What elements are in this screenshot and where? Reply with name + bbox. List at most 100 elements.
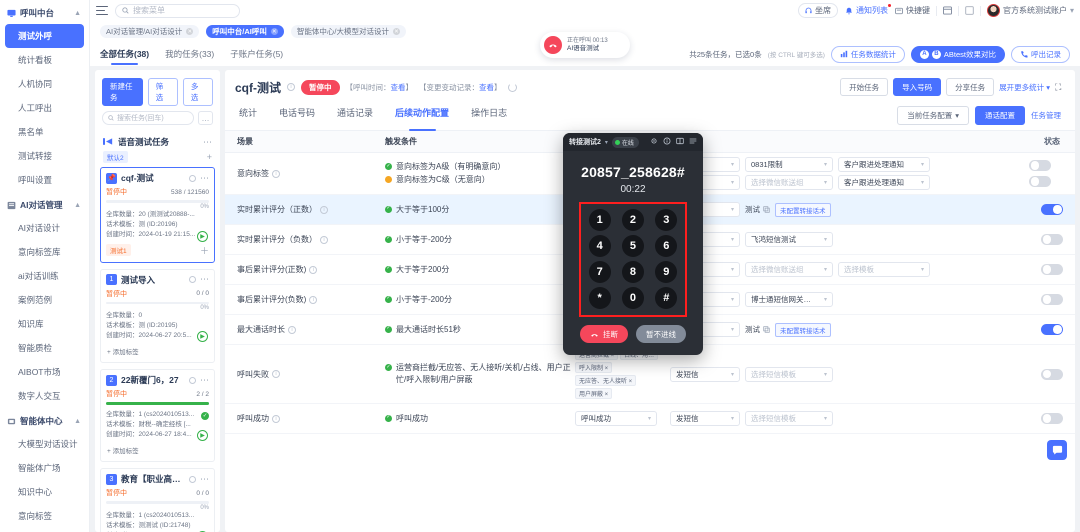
key-2[interactable]: 2 bbox=[622, 209, 644, 231]
sidebar-group-header[interactable]: AI对话管理 ▲ bbox=[0, 194, 89, 216]
sidebar-item-智能体广场[interactable]: 智能体广场 bbox=[0, 456, 89, 480]
key-0[interactable]: 0 bbox=[622, 287, 644, 309]
enable-toggle[interactable] bbox=[1029, 176, 1051, 187]
param-tag-list[interactable]: 运营商拦截 × 占线、用… 呼入限制 × 无应答、无人接听 × 用户屏蔽 × bbox=[575, 349, 667, 399]
select-circle-icon[interactable] bbox=[189, 377, 196, 384]
refresh-icon[interactable] bbox=[508, 83, 517, 92]
action-type-select[interactable]: 发短信▾ bbox=[670, 367, 740, 382]
task-card[interactable]: 3 教育【职业高中2】... ⋯ 暂停中 0 / 0 0% 全库数量：1 (cs… bbox=[100, 468, 215, 532]
menu-icon[interactable] bbox=[689, 137, 697, 147]
table-row[interactable]: 呼叫成功 i ✓呼叫成功 呼叫成功▾ 发短信▾ 选择短信模板▾ bbox=[225, 404, 1075, 434]
action-template-select[interactable]: 客户跟进处理通知▾ bbox=[838, 175, 930, 190]
info-icon[interactable]: i bbox=[320, 236, 328, 244]
sidebar-item-大模型对话设计[interactable]: 大模型对话设计 bbox=[0, 432, 89, 456]
action-type-select[interactable]: 发短信▾ bbox=[670, 411, 740, 426]
tab-chip-agent-center[interactable]: 智能体中心/大模型对话设计 ✕ bbox=[291, 25, 406, 38]
tab-操作日志[interactable]: 操作日志 bbox=[471, 106, 507, 130]
key-5[interactable]: 5 bbox=[622, 235, 644, 257]
sidebar-item-意向标签库[interactable]: 意向标签库 bbox=[0, 240, 89, 264]
key-3[interactable]: 3 bbox=[655, 209, 677, 231]
tab-后续动作配置[interactable]: 后续动作配置 bbox=[395, 106, 449, 130]
hold-button[interactable]: 暂不进线 bbox=[636, 325, 686, 343]
add-tag-icon[interactable]: ＋ bbox=[200, 244, 209, 257]
more-icon[interactable]: ⋯ bbox=[200, 173, 209, 184]
filter-button[interactable]: 筛 选 bbox=[148, 78, 178, 106]
enable-toggle[interactable] bbox=[1041, 294, 1063, 305]
task-management-button[interactable]: 任务管理 bbox=[1031, 110, 1061, 121]
sidebar-item-知识中心[interactable]: 知识中心 bbox=[0, 480, 89, 504]
sidebar-item-人工呼出[interactable]: 人工呼出 bbox=[0, 96, 89, 120]
change-log-link[interactable]: 【变更变动记录：查看】 bbox=[419, 82, 502, 93]
info-icon[interactable]: i bbox=[288, 326, 296, 334]
chevron-down-icon[interactable]: ▾ bbox=[605, 139, 608, 146]
close-icon[interactable]: ✕ bbox=[271, 28, 278, 35]
enable-toggle[interactable] bbox=[1041, 264, 1063, 275]
shortcut-button[interactable]: 快捷键 bbox=[895, 5, 930, 16]
key-6[interactable]: 6 bbox=[655, 235, 677, 257]
share-task-button[interactable]: 分享任务 bbox=[946, 78, 994, 96]
tab-通话记录[interactable]: 通话记录 bbox=[337, 106, 373, 130]
start-task-button[interactable]: 开始任务 bbox=[840, 78, 888, 96]
task-data-stats-button[interactable]: 任务数据统计 bbox=[831, 46, 905, 63]
info-icon[interactable]: i bbox=[309, 296, 317, 304]
add-tag-icon[interactable]: + bbox=[207, 152, 212, 162]
tab-电话号码[interactable]: 电话号码 bbox=[279, 106, 315, 130]
tab-chip-call-platform[interactable]: 呼叫中台/AI呼叫 ✕ bbox=[206, 25, 284, 38]
select-circle-icon[interactable] bbox=[189, 476, 196, 483]
new-task-button[interactable]: 新建任务 bbox=[102, 78, 143, 106]
pin-icon[interactable]: 📌 bbox=[106, 173, 117, 184]
notifications-button[interactable]: 通知列表 bbox=[845, 5, 888, 16]
tab-统计[interactable]: 统计 bbox=[239, 106, 257, 130]
action-target-select[interactable]: 选择微信账送组▾ bbox=[745, 262, 833, 277]
sidebar-group-header[interactable]: 智能体中心 ▲ bbox=[0, 410, 89, 432]
sidebar-group-header[interactable]: 呼叫中台 ▲ bbox=[0, 2, 89, 24]
gear-icon[interactable] bbox=[650, 137, 658, 147]
sidebar-item-黑名单[interactable]: 黑名单 bbox=[0, 120, 89, 144]
action-target-select[interactable]: 选择短信模板▾ bbox=[745, 367, 833, 382]
sidebar-item-ai对话设计[interactable]: AI对话设计 bbox=[0, 216, 89, 240]
current-task-config-button[interactable]: 当前任务配置 ▾ bbox=[897, 106, 969, 125]
action-template-select[interactable]: 选择模板▾ bbox=[838, 262, 930, 277]
sidebar-item-智能质检[interactable]: 智能质检 bbox=[0, 336, 89, 360]
task-card[interactable]: 1 测试导入 ⋯ 暂停中 0 / 0 0% 全库数量：0 话术模板：测 (ID:… bbox=[100, 269, 215, 364]
chat-support-button[interactable] bbox=[1047, 440, 1067, 460]
key-star[interactable]: * bbox=[589, 287, 611, 309]
play-task-icon[interactable]: ▶ bbox=[197, 430, 208, 441]
sidebar-item-意向标签[interactable]: 意向标签 bbox=[0, 504, 89, 528]
hangup-button[interactable]: 挂断 bbox=[580, 325, 628, 343]
param-select[interactable]: 呼叫成功▾ bbox=[575, 411, 657, 426]
enable-toggle[interactable] bbox=[1041, 369, 1063, 380]
enable-toggle[interactable] bbox=[1041, 324, 1063, 335]
sidebar-item-测试外呼[interactable]: 测试外呼 bbox=[5, 24, 84, 48]
tab-all-tasks[interactable]: 全部任务(38) bbox=[100, 48, 149, 60]
hangup-icon[interactable] bbox=[544, 36, 562, 54]
tab-my-tasks[interactable]: 我的任务(33) bbox=[165, 48, 214, 60]
key-7[interactable]: 7 bbox=[589, 261, 611, 283]
search-menu-input[interactable]: 搜索菜单 bbox=[115, 4, 240, 18]
dialer-keypad[interactable]: 1 2 3 4 5 6 7 8 9 * 0 # bbox=[579, 202, 687, 317]
grid-apps-button[interactable] bbox=[943, 6, 952, 15]
task-group-header[interactable]: 语音测试任务 ⋯ bbox=[100, 131, 215, 151]
unconfigured-script-badge[interactable]: 未配置转接话术 bbox=[775, 323, 831, 337]
import-numbers-button[interactable]: 导入号码 bbox=[893, 78, 941, 96]
enable-toggle[interactable] bbox=[1041, 234, 1063, 245]
action-target-select[interactable]: 选择微信账送组▾ bbox=[745, 175, 833, 190]
add-tag-button[interactable]: + 添加标签 bbox=[106, 345, 209, 357]
more-icon[interactable]: ⋯ bbox=[203, 137, 212, 148]
key-9[interactable]: 9 bbox=[655, 261, 677, 283]
enable-toggle[interactable] bbox=[1041, 413, 1063, 424]
sidebar-group-智能获客[interactable]: 智能获客 ▼ bbox=[0, 528, 89, 532]
key-8[interactable]: 8 bbox=[622, 261, 644, 283]
action-target-select[interactable]: 博士通短信网关…▾ bbox=[745, 292, 833, 307]
sidebar-item-ai对话训练[interactable]: ai对话训练 bbox=[0, 264, 89, 288]
softphone-dialer[interactable]: 转接测试2 ▾ 在线 20857_258628# bbox=[563, 133, 703, 355]
info-icon[interactable]: i bbox=[309, 266, 317, 274]
active-call-bubble[interactable]: 正在呼叫 00:13 AI语音测试 bbox=[540, 32, 630, 58]
info-icon[interactable]: i bbox=[287, 83, 295, 91]
key-hash[interactable]: # bbox=[655, 287, 677, 309]
task-list-more-button[interactable]: … bbox=[198, 111, 213, 125]
sidebar-item-知识库[interactable]: 知识库 bbox=[0, 312, 89, 336]
info-icon[interactable]: i bbox=[320, 206, 328, 214]
info-icon[interactable]: i bbox=[272, 170, 280, 178]
enable-toggle[interactable] bbox=[1029, 160, 1051, 171]
